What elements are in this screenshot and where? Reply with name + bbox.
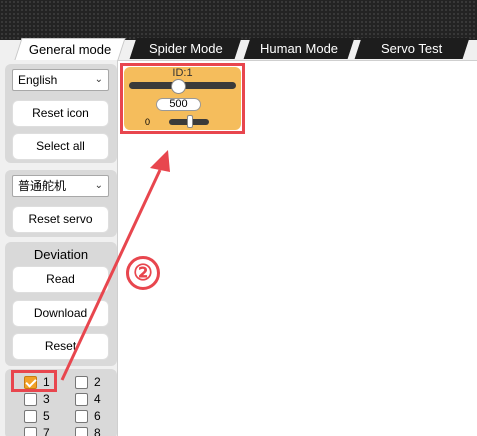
checkbox[interactable] bbox=[24, 392, 37, 406]
checkbox-label: 8 bbox=[94, 426, 101, 436]
download-button[interactable]: Download bbox=[12, 300, 109, 327]
tab-label: General mode bbox=[28, 42, 112, 57]
checkbox[interactable] bbox=[75, 392, 88, 406]
read-button[interactable]: Read bbox=[12, 266, 109, 293]
tab-label: Spider Mode bbox=[148, 41, 223, 56]
servo-checkbox-5[interactable]: 5 bbox=[24, 409, 50, 423]
servo-type-group: 普通舵机 ⌄ Reset servo bbox=[5, 170, 117, 237]
servo-checkbox-6[interactable]: 6 bbox=[75, 409, 101, 423]
servo-type-select-value: 普通舵机 bbox=[18, 179, 67, 193]
servo-type-select[interactable]: 普通舵机 ⌄ bbox=[12, 175, 109, 197]
language-select-value: English bbox=[18, 73, 58, 87]
checkbox-label: 7 bbox=[43, 426, 50, 436]
checkbox[interactable] bbox=[75, 375, 88, 389]
checkbox[interactable] bbox=[75, 409, 88, 423]
tab-label: Servo Test bbox=[381, 41, 443, 56]
checkbox[interactable] bbox=[24, 426, 37, 436]
chevron-down-icon: ⌄ bbox=[94, 74, 103, 85]
reset-deviation-button[interactable]: Reset bbox=[12, 333, 109, 360]
deviation-group: Deviation Read Download Reset bbox=[5, 242, 117, 366]
tab-servo-test[interactable]: Servo Test bbox=[354, 38, 470, 59]
servo-checkbox-8[interactable]: 8 bbox=[75, 426, 101, 436]
tab-spider-mode[interactable]: Spider Mode bbox=[129, 38, 242, 59]
chevron-down-icon: ⌄ bbox=[94, 180, 103, 191]
servo-checkbox-2[interactable]: 2 bbox=[75, 375, 101, 389]
tab-label: Human Mode bbox=[259, 41, 339, 56]
servo-checkbox-7[interactable]: 7 bbox=[24, 426, 50, 436]
mode-tabs: General mode Spider Mode Human Mode Serv… bbox=[0, 38, 477, 60]
servo-checkbox-3[interactable]: 3 bbox=[24, 392, 50, 406]
checkbox[interactable] bbox=[24, 409, 37, 423]
tab-human-mode[interactable]: Human Mode bbox=[243, 38, 355, 59]
checkbox-label: 6 bbox=[94, 409, 101, 423]
checkbox-label: 5 bbox=[43, 409, 50, 423]
checkbox[interactable] bbox=[75, 426, 88, 436]
servo-checkbox-4[interactable]: 4 bbox=[75, 392, 101, 406]
language-select[interactable]: English ⌄ bbox=[12, 69, 109, 91]
deviation-title: Deviation bbox=[33, 247, 89, 262]
reset-icon-button[interactable]: Reset icon bbox=[12, 100, 109, 127]
select-all-button[interactable]: Select all bbox=[12, 133, 109, 160]
app-header-bar bbox=[0, 0, 477, 40]
general-controls-group: English ⌄ Reset icon Select all bbox=[5, 64, 117, 163]
checkbox-label: 4 bbox=[94, 392, 101, 406]
step-number-badge: ② bbox=[126, 256, 160, 290]
checkbox-label: 3 bbox=[43, 392, 50, 406]
tab-general-mode[interactable]: General mode bbox=[14, 38, 126, 60]
checkbox-label: 2 bbox=[94, 375, 101, 389]
highlight-box-checkbox-1 bbox=[11, 370, 57, 392]
highlight-box-servo-widget bbox=[120, 63, 245, 134]
reset-servo-button[interactable]: Reset servo bbox=[12, 206, 109, 233]
